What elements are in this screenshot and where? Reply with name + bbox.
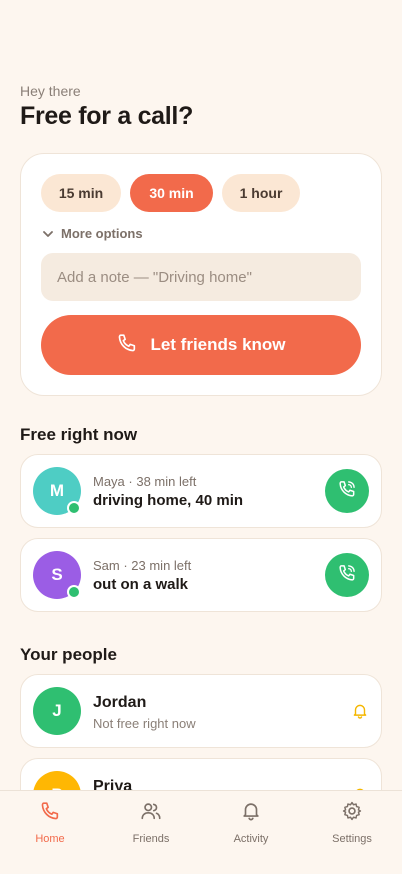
tab-label: Friends	[132, 833, 170, 845]
tab-home[interactable]: Home	[0, 791, 100, 851]
availability-card: 15 min 30 min 1 hour More options Let fr…	[20, 153, 382, 396]
person-name: Jordan	[93, 694, 147, 711]
notify-bell-icon[interactable]	[351, 702, 369, 720]
call-button[interactable]	[325, 469, 369, 513]
chevron-down-icon	[43, 226, 53, 241]
free-friend-row[interactable]: S Sam · 23 min left out on a walk	[20, 538, 382, 612]
tab-friends[interactable]: Friends	[101, 791, 201, 851]
bottom-tab-bar: Home Friends Activity Settings	[0, 790, 402, 874]
more-options-toggle[interactable]: More options	[43, 226, 143, 241]
phone-call-icon	[337, 563, 357, 588]
friend-status: driving home, 40 min	[93, 492, 244, 509]
avatar: J	[33, 687, 81, 735]
tab-label: Settings	[332, 833, 372, 845]
phone-icon	[116, 332, 138, 359]
duration-chip-30[interactable]: 30 min	[130, 174, 213, 212]
duration-chip-15[interactable]: 15 min	[41, 174, 121, 212]
let-friends-know-button[interactable]: Let friends know	[41, 315, 361, 375]
gear-icon	[341, 800, 363, 827]
users-icon	[140, 800, 162, 827]
phone-call-icon	[337, 479, 357, 504]
person-row[interactable]: J Jordan Not free right now	[20, 674, 382, 748]
page-title: Free for a call?	[20, 102, 194, 130]
greeting: Hey there	[20, 83, 81, 99]
main-scroll[interactable]: Hey there Free for a call? 15 min 30 min…	[0, 0, 402, 790]
friend-status: out on a walk	[93, 576, 189, 593]
person-status: Not free right now	[93, 716, 196, 731]
person-row[interactable]: P Priya	[20, 758, 382, 790]
online-indicator	[67, 501, 81, 515]
duration-chip-60[interactable]: 1 hour	[222, 174, 300, 212]
free-friend-row[interactable]: M Maya · 38 min left driving home, 40 mi…	[20, 454, 382, 528]
tab-settings[interactable]: Settings	[302, 791, 402, 851]
friend-meta: Maya · 38 min left	[93, 474, 197, 489]
call-button[interactable]	[325, 553, 369, 597]
section-title-free-now: Free right now	[20, 425, 138, 444]
phone-icon	[39, 800, 61, 827]
cta-label: Let friends know	[150, 335, 286, 354]
person-name: Priya	[93, 778, 133, 790]
note-input[interactable]	[41, 253, 361, 301]
bell-icon	[240, 800, 262, 827]
more-options-label: More options	[61, 226, 143, 241]
online-indicator	[67, 585, 81, 599]
tab-label: Activity	[233, 833, 269, 845]
avatar: P	[33, 771, 81, 790]
section-title-your-people: Your people	[20, 645, 117, 664]
friend-meta: Sam · 23 min left	[93, 558, 192, 573]
tab-activity[interactable]: Activity	[201, 791, 301, 851]
tab-label: Home	[35, 833, 65, 845]
